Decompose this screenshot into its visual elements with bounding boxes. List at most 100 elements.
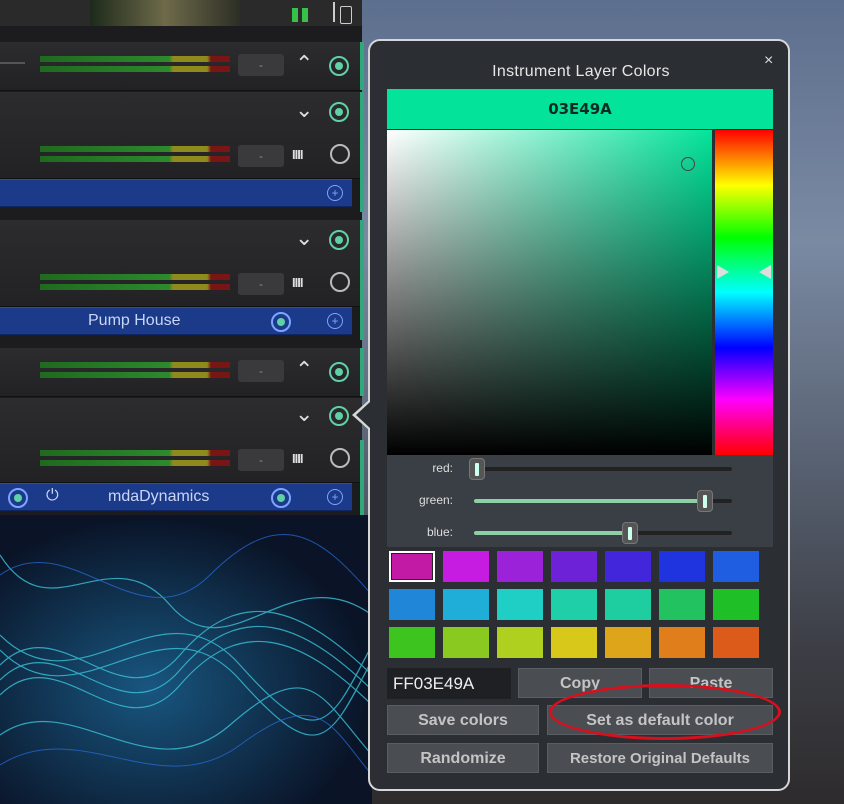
color-swatch[interactable] [605,589,651,620]
meter-right [40,284,230,290]
color-swatch[interactable] [389,589,435,620]
color-swatch[interactable] [551,627,597,658]
color-swatch[interactable] [659,551,705,582]
green-slider[interactable] [474,490,732,512]
chevron-up-icon[interactable]: ⌃ [295,52,313,76]
meter-left [40,274,230,280]
blue-slider[interactable] [474,522,732,544]
track-color-accent [360,92,364,212]
slider-line [333,2,335,22]
level-meter [40,142,230,166]
color-swatch[interactable] [497,551,543,582]
color-swatch[interactable] [605,551,651,582]
mini-level-box [340,6,352,24]
meter-left [40,362,230,368]
hue-slider[interactable] [715,130,773,455]
color-swatch[interactable] [713,627,759,658]
track-row[interactable]: ⌄ - IIII [0,92,362,179]
instrument-layer-colors-popup: Instrument Layer Colors × 03E49A red: gr… [368,39,790,791]
piano-icon[interactable]: IIII [292,451,303,466]
highlight-annotation [549,684,781,740]
add-plugin-icon[interactable]: + [327,185,343,201]
add-plugin-icon[interactable]: + [327,489,343,505]
color-swatch[interactable] [713,551,759,582]
add-plugin-icon[interactable]: + [327,313,343,329]
red-label: red: [432,461,453,475]
red-slider-thumb[interactable] [469,458,485,480]
dial-icon[interactable] [330,448,350,468]
track-color-target-icon[interactable] [329,406,349,426]
track-row[interactable]: - ⌃ [0,42,362,91]
color-swatch[interactable] [443,551,489,582]
track-mini-button[interactable]: - [238,449,284,471]
green-label: green: [418,493,453,507]
level-meter [40,446,230,470]
color-swatch[interactable] [497,627,543,658]
plugin-target-icon[interactable] [271,312,291,332]
level-meter [40,52,230,76]
track-mini-button[interactable]: - [238,360,284,382]
randomize-button[interactable]: Randomize [387,743,539,773]
color-swatch[interactable] [443,589,489,620]
hue-marker-left[interactable] [717,265,729,279]
track-color-accent [360,220,364,340]
level-meter [40,270,230,294]
track-mini-button[interactable]: - [238,54,284,76]
plugin-slot[interactable]: ⏻ mdaDynamics + [0,483,352,511]
track-thumbnail-strip [0,0,362,26]
popup-title: Instrument Layer Colors [492,63,670,80]
hex-input[interactable] [387,668,511,699]
track-color-accent [360,348,364,396]
save-colors-button[interactable]: Save colors [387,705,539,735]
close-button[interactable]: × [764,52,773,70]
track-color-target-icon[interactable] [329,56,349,76]
piano-icon[interactable]: IIII [292,147,303,162]
chevron-down-icon[interactable]: ⌄ [295,402,313,426]
power-icon[interactable]: ⏻ [46,487,59,505]
color-swatch[interactable] [389,627,435,658]
track-mini-button[interactable]: - [238,145,284,167]
plugin-name[interactable]: mdaDynamics [108,488,209,506]
chevron-down-icon[interactable]: ⌄ [295,226,313,250]
level-indicator [292,8,298,22]
plugin-target-icon[interactable] [8,488,28,508]
rgb-sliders: red: green: blue: [387,455,773,547]
color-swatch[interactable] [605,627,651,658]
red-slider[interactable] [469,458,732,480]
chevron-down-icon[interactable]: ⌄ [295,98,313,122]
level-meter [40,358,230,382]
plugin-target-icon[interactable] [271,488,291,508]
plugin-name[interactable]: Pump House [88,312,181,330]
dial-icon[interactable] [330,144,350,164]
chevron-up-icon[interactable]: ⌃ [295,358,313,382]
color-swatch[interactable] [443,627,489,658]
track-row-selected[interactable]: ⌄ - IIII [0,398,362,483]
meter-left [40,56,230,62]
restore-defaults-button[interactable]: Restore Original Defaults [547,743,773,773]
color-swatch[interactable] [551,551,597,582]
color-swatch[interactable] [659,589,705,620]
color-swatch[interactable] [389,551,435,582]
track-color-target-icon[interactable] [329,362,349,382]
piano-icon[interactable]: IIII [292,275,303,290]
track-color-target-icon[interactable] [329,230,349,250]
plugin-slot[interactable]: + [0,179,352,207]
hue-marker-right[interactable] [759,265,771,279]
color-swatch[interactable] [551,589,597,620]
color-swatch[interactable] [659,627,705,658]
track-row[interactable]: - ⌃ [0,348,362,397]
track-color-target-icon[interactable] [329,102,349,122]
wave-artwork [0,515,372,804]
blue-slider-thumb[interactable] [622,522,638,544]
meter-left [40,146,230,152]
green-slider-thumb[interactable] [697,490,713,512]
color-swatch[interactable] [713,589,759,620]
color-hex-banner: 03E49A [387,89,773,129]
picker-handle[interactable] [681,157,695,171]
dial-icon[interactable] [330,272,350,292]
track-mini-button[interactable]: - [238,273,284,295]
saturation-value-picker[interactable] [387,130,712,455]
plugin-slot[interactable]: Pump House + [0,307,352,335]
track-row[interactable]: ⌄ - IIII [0,220,362,307]
color-swatch[interactable] [497,589,543,620]
